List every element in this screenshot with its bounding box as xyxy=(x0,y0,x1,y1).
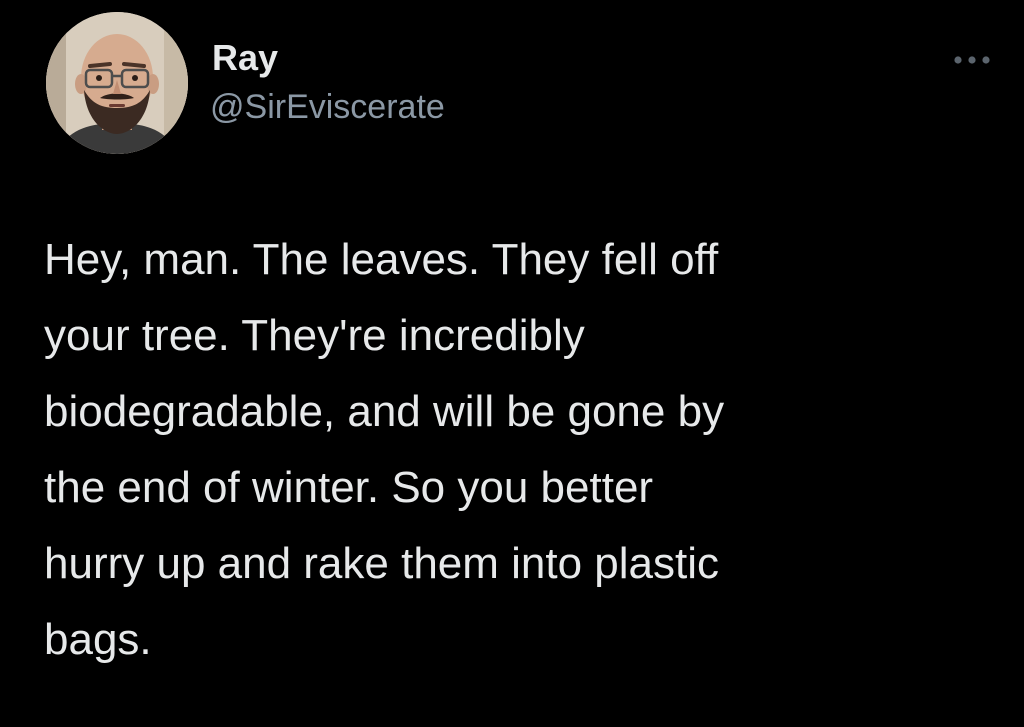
more-horizontal-icon xyxy=(954,56,990,64)
author-display-name[interactable]: Ray xyxy=(212,40,278,76)
avatar[interactable] xyxy=(46,12,188,154)
more-options-button[interactable] xyxy=(946,46,998,74)
tweet-card: Ray @SirEviscerate Hey, man. The leaves.… xyxy=(0,0,1024,727)
author-handle[interactable]: @SirEviscerate xyxy=(210,90,445,124)
avatar-photo-icon xyxy=(46,12,188,154)
tweet-text: Hey, man. The leaves. They fell off your… xyxy=(44,235,725,664)
